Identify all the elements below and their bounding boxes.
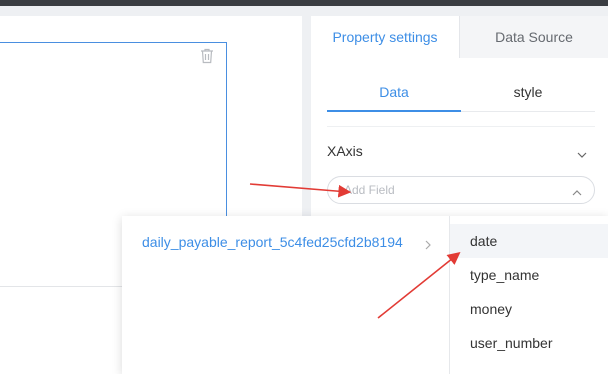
subtab-data[interactable]: Data <box>327 84 461 100</box>
panel-tabs: Property settings Data Source <box>311 16 608 58</box>
field-option-type-name[interactable]: type_name <box>450 258 608 292</box>
subtab-style[interactable]: style <box>461 84 595 100</box>
fields-column: date type_name money user_number <box>450 216 608 374</box>
field-option-money[interactable]: money <box>450 292 608 326</box>
dataset-column: daily_payable_report_5c4fed25cfd2b8194 <box>122 216 450 374</box>
section-divider <box>327 126 595 127</box>
dataset-option[interactable]: daily_payable_report_5c4fed25cfd2b8194 <box>142 234 403 250</box>
field-option-user-number[interactable]: user_number <box>450 326 608 360</box>
top-bar <box>0 0 608 6</box>
chevron-down-icon[interactable] <box>577 147 587 158</box>
add-field-select[interactable]: Add Field <box>327 176 595 204</box>
add-field-placeholder: Add Field <box>344 183 395 197</box>
chevron-right-icon <box>423 237 433 250</box>
tab-property-settings[interactable]: Property settings <box>311 16 459 58</box>
trash-icon[interactable] <box>200 48 214 64</box>
xaxis-label: XAxis <box>327 143 363 159</box>
chevron-up-icon[interactable] <box>572 185 582 196</box>
field-option-date[interactable]: date <box>450 224 608 258</box>
sub-tabs: Data style <box>327 76 595 112</box>
xaxis-section-header[interactable]: XAxis <box>327 143 597 163</box>
active-subtab-indicator <box>327 110 461 112</box>
field-dropdown: daily_payable_report_5c4fed25cfd2b8194 d… <box>122 216 608 374</box>
tab-data-source[interactable]: Data Source <box>459 16 608 58</box>
